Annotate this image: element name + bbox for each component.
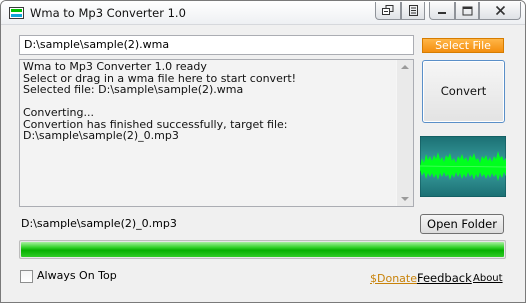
target-path-label: D:\sample\sample(2)_0.mp3 — [21, 217, 177, 230]
scroll-up-arrow-icon[interactable] — [401, 65, 409, 69]
restore-icon — [382, 5, 394, 16]
donate-link[interactable]: $Donate — [370, 272, 417, 285]
minimize-button[interactable] — [429, 2, 455, 20]
select-file-button[interactable]: Select File — [422, 38, 504, 53]
log-panel[interactable]: Wma to Mp3 Converter 1.0 ready Select or… — [19, 59, 414, 207]
app-window: Wma to Mp3 Converter 1.0 D:\sample\sampl… — [0, 0, 526, 303]
minimize-icon — [437, 6, 447, 16]
source-path-field[interactable]: D:\sample\sample(2).wma — [19, 35, 414, 55]
always-on-top-label[interactable]: Always On Top — [37, 269, 117, 282]
convert-button[interactable]: Convert — [422, 60, 505, 123]
close-button[interactable] — [479, 2, 521, 20]
about-link[interactable]: About — [473, 273, 503, 284]
open-folder-button[interactable]: Open Folder — [420, 214, 504, 234]
progress-bar — [19, 240, 506, 259]
waveform-image — [420, 136, 506, 197]
maximize-button[interactable] — [455, 2, 479, 20]
close-icon — [495, 5, 506, 16]
log-text: Wma to Mp3 Converter 1.0 ready Select or… — [23, 60, 297, 142]
progress-fill — [21, 242, 504, 257]
feedback-link[interactable]: Feedback — [417, 271, 472, 285]
scroll-down-arrow-icon[interactable] — [401, 197, 409, 201]
log-scrollbar[interactable] — [396, 60, 413, 206]
app-icon — [9, 7, 24, 19]
restore-down-button[interactable] — [375, 2, 401, 20]
always-on-top-checkbox[interactable] — [20, 270, 33, 283]
maximize-icon — [462, 6, 473, 16]
pin-button[interactable] — [401, 2, 425, 20]
pin-icon — [408, 5, 419, 16]
window-title: Wma to Mp3 Converter 1.0 — [30, 6, 186, 20]
title-bar[interactable]: Wma to Mp3 Converter 1.0 — [1, 1, 525, 25]
